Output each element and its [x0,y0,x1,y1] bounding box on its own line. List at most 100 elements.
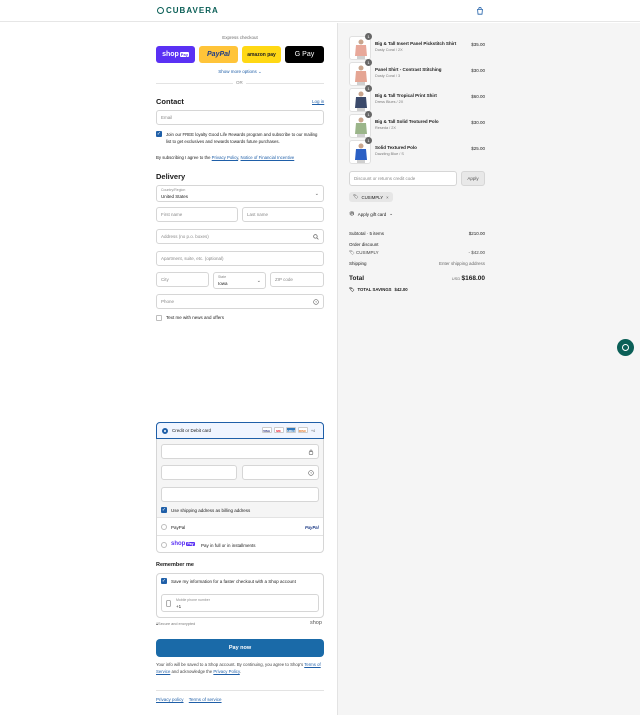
card-number-field[interactable] [161,444,319,459]
shop-pay-logo-icon: shop Pay [171,541,195,547]
help-circle-icon[interactable]: ? [308,470,314,476]
subscribe-agreement: By subscribing I agree to the Privacy Po… [156,155,294,160]
chevron-down-icon: ⌄ [314,191,319,197]
paypal-option-label[interactable]: PayPal [171,525,185,530]
subtotal-label: Subtotal · 5 items [349,231,385,236]
login-link[interactable]: Log in [312,99,324,104]
or-divider-label: OR [233,80,246,85]
loyalty-text: Join our FREE loyalty Good Life Rewards … [166,132,318,144]
mobile-phone-icon [166,600,171,607]
first-name-field[interactable]: First name [156,207,238,222]
apply-button[interactable]: Apply [461,171,485,186]
brand-logo[interactable]: CUBAVERA [157,6,219,15]
address-field[interactable]: Address (no p.o. boxes) [156,229,324,244]
shop-pay-label: shop [162,51,179,58]
total-value: $168.00 [461,275,486,282]
security-code-field[interactable]: ? [242,465,319,480]
billing-label: Use shipping address as billing address [171,508,251,513]
email-field[interactable]: Email [156,110,324,125]
item-name: Solid Textured Polo [375,145,417,150]
chat-button[interactable] [617,339,634,356]
savings-value: $42.00 [394,287,408,292]
quantity-badge: 1 [365,33,372,40]
express-buttons: shop Pay PayPal amazon pay G Pay [156,46,324,63]
google-pay-button[interactable]: G Pay [285,46,324,63]
order-discount-label: Order discount [349,242,379,247]
card-option[interactable]: Credit or Debit card VISA MC AMEX DISC +4 [156,422,324,439]
legal-mid: and acknowledge the [171,669,213,674]
country-select[interactable]: Country/Region United States ⌄ [156,185,324,202]
item-name: Panel Shirt - Contrast Stitching [375,67,442,72]
pay-now-button[interactable]: Pay now [156,639,324,657]
financial-incentive-link[interactable]: Notice of Financial Incentive [241,155,295,160]
state-select[interactable]: State Iowa ⌄ [213,272,266,289]
shop-pay-radio[interactable] [161,542,167,548]
item-price: $60.00 [471,94,485,99]
state-label: State [218,275,227,279]
chevron-down-icon: ⌄ [256,278,261,284]
zip-field[interactable]: ZIP code [270,272,324,287]
paypal-button[interactable]: PayPal [199,46,238,63]
discount-tag-code: CUSIMPLY [361,194,384,200]
city-field[interactable]: City [156,272,209,287]
divider [156,690,324,691]
privacy-policy-link[interactable]: Privacy Policy [212,155,238,160]
divider [157,517,323,518]
save-info-label: Save my information for a faster checkou… [171,579,296,584]
item-price: $30.00 [471,120,485,125]
brand-name: CUBAVERA [166,6,219,15]
quantity-badge: 1 [365,59,372,66]
shop-pay-option-label[interactable]: Pay in full or in installments [201,543,256,548]
billing-checkbox[interactable]: ✓ [161,507,167,513]
last-name-field[interactable]: Last name [242,207,324,222]
card-radio[interactable] [162,428,168,434]
help-circle-icon[interactable]: ? [313,299,319,305]
apply-gift-card-toggle[interactable]: 🎁︎ Apply gift card ⌄ [349,211,393,217]
item-variant: Dusty Coral / 3 [375,74,401,78]
expiry-field[interactable] [161,465,237,480]
cart-item: 1 Big & Tall Tropical Print Shirt Dress Bl… [349,85,485,112]
email-placeholder: Email [161,115,173,120]
shirt-image-icon [355,39,367,59]
remember-me-heading: Remember me [156,562,194,568]
apartment-field[interactable]: Apartment, suite, etc. (optional) [156,251,324,266]
shop-logo-icon: shop [310,620,322,626]
item-variant: Dress Blues / 2X [375,100,404,104]
discount-placeholder: Discount or returns credit code [354,176,416,181]
country-label: Country/Region [161,188,186,192]
save-info-checkbox[interactable]: ✓ [161,578,167,584]
mastercard-icon: MC [273,427,284,433]
item-variant: Dusty Coral / 2X [375,48,403,52]
shirt-image-icon [355,65,367,85]
footer-terms-link[interactable]: Terms of service [189,697,222,702]
more-cards-label: +4 [311,429,315,433]
discount-code-field[interactable]: Discount or returns credit code [349,171,457,186]
item-variant: Dazzling Blue / S [375,152,404,156]
item-variant: Reseda / 2X [375,126,396,130]
show-more-options-link[interactable]: Show more options ⌄ [156,69,324,75]
shop-privacy-link[interactable]: Privacy Policy [213,669,239,674]
shop-pay-button[interactable]: shop Pay [156,46,195,63]
name-on-card-field[interactable] [161,487,319,502]
quantity-badge: 1 [365,137,372,144]
loyalty-checkbox[interactable]: ✓ [156,131,162,137]
text-me-checkbox[interactable] [156,315,162,321]
phone-field[interactable]: Phone ? [156,294,324,309]
country-value: United States [161,194,189,199]
delivery-heading: Delivery [156,172,186,181]
mobile-phone-field[interactable]: Mobile phone number +1 [161,594,319,612]
savings-label: TOTAL SAVINGS [357,287,392,292]
shirt-image-icon [355,91,367,111]
amazon-pay-button[interactable]: amazon pay [242,46,281,63]
paypal-radio[interactable] [161,524,167,530]
amazon-pay-label: amazon pay [247,51,276,58]
total-label: Total [349,275,365,282]
code-discount-label: CUSIMPLY [355,250,379,255]
agree-prefix: By subscribing I agree to the [156,155,211,160]
footer-privacy-link[interactable]: Privacy policy [156,697,184,702]
remove-discount-icon[interactable]: × [386,195,389,200]
legal-prefix: Your info will be saved to a Shop accoun… [156,662,304,667]
state-value: Iowa [218,281,228,286]
shipping-label: Shipping [349,261,367,266]
shopping-bag-icon[interactable] [476,7,484,15]
